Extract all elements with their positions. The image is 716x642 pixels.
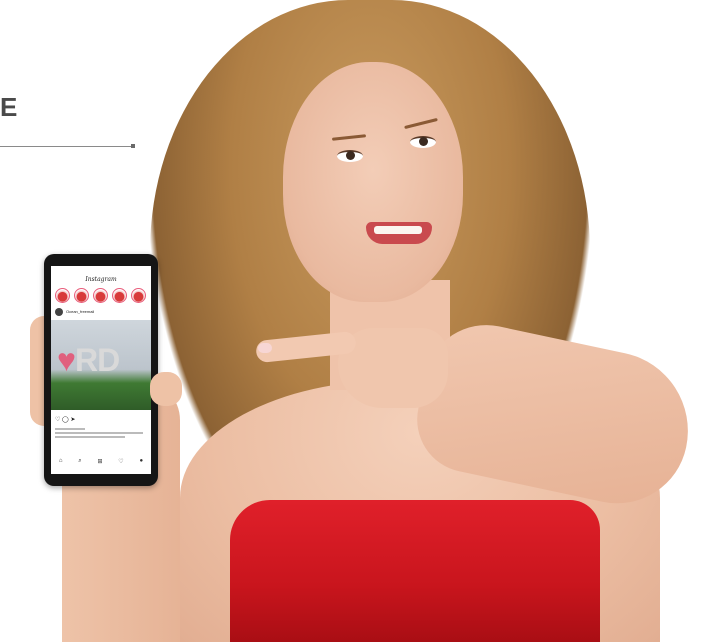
red-dress — [230, 500, 600, 642]
fingernail — [258, 343, 272, 353]
post-image-letters: RD — [75, 342, 120, 378]
add-icon: ⊞ — [97, 459, 103, 465]
story-avatar — [55, 288, 70, 303]
post-header: Ocean_freemail — [55, 308, 147, 318]
stage: E Instagram Ocean_freemail ♥RD ♡ ◯ ➤ ⌂ ⌕… — [0, 0, 716, 642]
home-icon: ⌂ — [58, 458, 63, 464]
post-username: Ocean_freemail — [66, 309, 95, 314]
phone-screen: Instagram Ocean_freemail ♥RD ♡ ◯ ➤ ⌂ ⌕ ⊞… — [51, 266, 151, 474]
heart-icon: ♡ — [118, 459, 124, 465]
caption-line — [55, 432, 143, 434]
bottom-nav: ⌂ ⌕ ⊞ ♡ ● — [51, 458, 151, 468]
app-title: Instagram — [85, 276, 117, 283]
search-icon: ⌕ — [78, 458, 82, 464]
post-caption — [55, 428, 147, 444]
thumb — [150, 372, 182, 406]
post-image-text: ♥RD — [57, 342, 120, 379]
profile-icon: ● — [139, 458, 144, 464]
story-avatar — [93, 288, 108, 303]
story-avatar — [74, 288, 89, 303]
right-pupil — [419, 137, 428, 146]
story-avatar — [131, 288, 146, 303]
smartphone: Instagram Ocean_freemail ♥RD ♡ ◯ ➤ ⌂ ⌕ ⊞… — [44, 254, 158, 486]
woman-photo: Instagram Ocean_freemail ♥RD ♡ ◯ ➤ ⌂ ⌕ ⊞… — [0, 0, 716, 642]
caption-line — [55, 436, 125, 438]
heart-icon: ♥ — [57, 342, 76, 378]
face — [283, 62, 463, 302]
story-avatar — [112, 288, 127, 303]
caption-line — [55, 428, 85, 430]
post-actions: ♡ ◯ ➤ — [55, 417, 76, 423]
left-pupil — [346, 151, 355, 160]
avatar — [55, 308, 63, 316]
teeth — [374, 226, 422, 234]
stories-row — [55, 288, 147, 303]
